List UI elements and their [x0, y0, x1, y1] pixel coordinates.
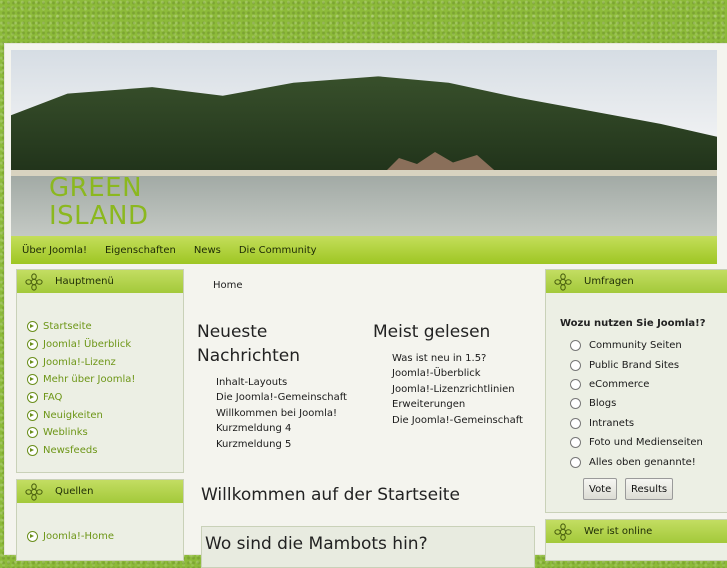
arrow-circle-icon	[27, 531, 38, 543]
poll-option[interactable]: eCommerce	[570, 375, 703, 394]
most-read-item[interactable]: Erweiterungen	[392, 399, 523, 414]
arrow-circle-icon	[27, 392, 38, 404]
menu-item-startseite[interactable]: Startseite	[27, 318, 135, 336]
arrow-circle-icon	[27, 409, 38, 421]
poll-option[interactable]: Foto und Medienseiten	[570, 433, 703, 452]
menu-item-label: FAQ	[43, 392, 63, 404]
poll-option-label: Foto und Medienseiten	[589, 437, 703, 449]
latest-news-item[interactable]: Inhalt-Layouts	[216, 377, 347, 392]
resources-box: Quellen Joomla!-Home	[16, 479, 184, 561]
polls-title: Umfragen	[584, 276, 634, 287]
polls-header: Umfragen	[546, 270, 727, 293]
resources-header: Quellen	[17, 480, 183, 503]
radio-icon[interactable]	[570, 359, 581, 371]
latest-news-list: Inhalt-Layouts Die Joomla!-Gemeinschaft …	[216, 377, 347, 454]
poll-option-label: Blogs	[589, 398, 617, 410]
arrow-circle-icon	[27, 374, 38, 386]
gear-flower-icon	[25, 272, 43, 291]
menu-item-faq[interactable]: FAQ	[27, 389, 135, 407]
poll-option-label: Intranets	[589, 417, 635, 429]
menu-item-newsfeeds[interactable]: Newsfeeds	[27, 442, 135, 460]
most-read-item[interactable]: Joomla!-Überblick	[392, 368, 523, 383]
poll-option[interactable]: Community Seiten	[570, 336, 703, 355]
site-title[interactable]: GREEN ISLAND	[49, 174, 209, 230]
arrow-circle-icon	[27, 356, 38, 368]
vote-button[interactable]: Vote	[583, 478, 618, 500]
poll-option-label: eCommerce	[589, 378, 650, 390]
arrow-circle-icon	[27, 445, 38, 457]
menu-item-ueberblick[interactable]: Joomla! Überblick	[27, 336, 135, 354]
mainmenu-title: Hauptmenü	[55, 276, 114, 287]
nav-news[interactable]: News	[194, 245, 221, 256]
resources-list: Joomla!-Home	[27, 528, 114, 546]
radio-icon[interactable]	[570, 437, 581, 449]
resources-title: Quellen	[55, 486, 94, 497]
gear-flower-icon	[554, 272, 572, 291]
online-title: Wer ist online	[584, 526, 653, 537]
latest-news-item[interactable]: Kurzmeldung 5	[216, 439, 347, 454]
most-read-item[interactable]: Joomla!-Lizenzrichtlinien	[392, 384, 523, 399]
menu-item-label: Joomla!-Home	[43, 531, 114, 543]
header-banner: GREEN ISLAND	[11, 50, 717, 236]
menu-item-label: Mehr über Joomla!	[43, 374, 136, 386]
results-button[interactable]: Results	[625, 478, 674, 500]
poll-options: Community Seiten Public Brand Sites eCom…	[570, 336, 703, 472]
menu-item-label: Newsfeeds	[43, 445, 98, 457]
island-hill	[11, 76, 717, 180]
welcome-heading: Willkommen auf der Startseite	[201, 485, 460, 505]
radio-icon[interactable]	[570, 378, 581, 390]
article-box: Wo sind die Mambots hin?	[201, 526, 535, 568]
menu-item-label: Joomla! Überblick	[43, 339, 132, 351]
online-box: Wer ist online	[545, 519, 727, 561]
radio-icon[interactable]	[570, 456, 581, 468]
menu-item-label: Neuigkeiten	[43, 409, 103, 421]
poll-option[interactable]: Blogs	[570, 394, 703, 413]
poll-option[interactable]: Public Brand Sites	[570, 355, 703, 374]
article-title[interactable]: Wo sind die Mambots hin?	[205, 534, 428, 554]
online-header: Wer ist online	[546, 520, 727, 543]
poll-option[interactable]: Alles oben genannte!	[570, 452, 703, 471]
nav-ueber-joomla[interactable]: Über Joomla!	[22, 245, 87, 256]
polls-box: Umfragen Wozu nutzen Sie Joomla!? Commun…	[545, 269, 727, 513]
radio-icon[interactable]	[570, 398, 581, 410]
gear-flower-icon	[554, 522, 572, 541]
menu-item-label: Startseite	[43, 321, 92, 333]
latest-news-item[interactable]: Die Joomla!-Gemeinschaft	[216, 392, 347, 407]
menu-item-neuigkeiten[interactable]: Neuigkeiten	[27, 406, 135, 424]
menu-item-weblinks[interactable]: Weblinks	[27, 424, 135, 442]
arrow-circle-icon	[27, 427, 38, 439]
most-read-title: Meist gelesen	[373, 322, 491, 342]
arrow-circle-icon	[27, 321, 38, 333]
latest-news-item[interactable]: Willkommen bei Joomla!	[216, 408, 347, 423]
menu-item-joomla-home[interactable]: Joomla!-Home	[27, 528, 114, 546]
page-container: GREEN ISLAND Über Joomla! Eigenschaften …	[4, 43, 727, 568]
poll-question: Wozu nutzen Sie Joomla!?	[560, 318, 706, 329]
menu-item-mehr[interactable]: Mehr über Joomla!	[27, 371, 135, 389]
arrow-circle-icon	[27, 339, 38, 351]
poll-option-label: Alles oben genannte!	[589, 456, 696, 468]
nav-eigenschaften[interactable]: Eigenschaften	[105, 245, 176, 256]
top-navigation: Über Joomla! Eigenschaften News Die Comm…	[11, 236, 717, 264]
poll-option-label: Community Seiten	[589, 340, 682, 352]
menu-item-lizenz[interactable]: Joomla!-Lizenz	[27, 353, 135, 371]
mainmenu-box: Hauptmenü Startseite Joomla! Überblick J…	[16, 269, 184, 473]
latest-news-item[interactable]: Kurzmeldung 4	[216, 423, 347, 438]
most-read-item[interactable]: Was ist neu in 1.5?	[392, 353, 523, 368]
breadcrumb[interactable]: Home	[213, 280, 243, 291]
menu-item-label: Joomla!-Lizenz	[43, 356, 116, 368]
mainmenu-header: Hauptmenü	[17, 270, 183, 293]
nav-community[interactable]: Die Community	[239, 245, 317, 256]
poll-option-label: Public Brand Sites	[589, 359, 680, 371]
radio-icon[interactable]	[570, 417, 581, 429]
gear-flower-icon	[25, 482, 43, 501]
most-read-item[interactable]: Die Joomla!-Gemeinschaft	[392, 415, 523, 430]
latest-news-title: Neueste Nachrichten	[197, 322, 300, 366]
menu-item-label: Weblinks	[43, 427, 88, 439]
mainmenu-list: Startseite Joomla! Überblick Joomla!-Liz…	[27, 318, 135, 460]
radio-icon[interactable]	[570, 340, 581, 352]
poll-option[interactable]: Intranets	[570, 414, 703, 433]
most-read-list: Was ist neu in 1.5? Joomla!-Überblick Jo…	[392, 353, 523, 430]
